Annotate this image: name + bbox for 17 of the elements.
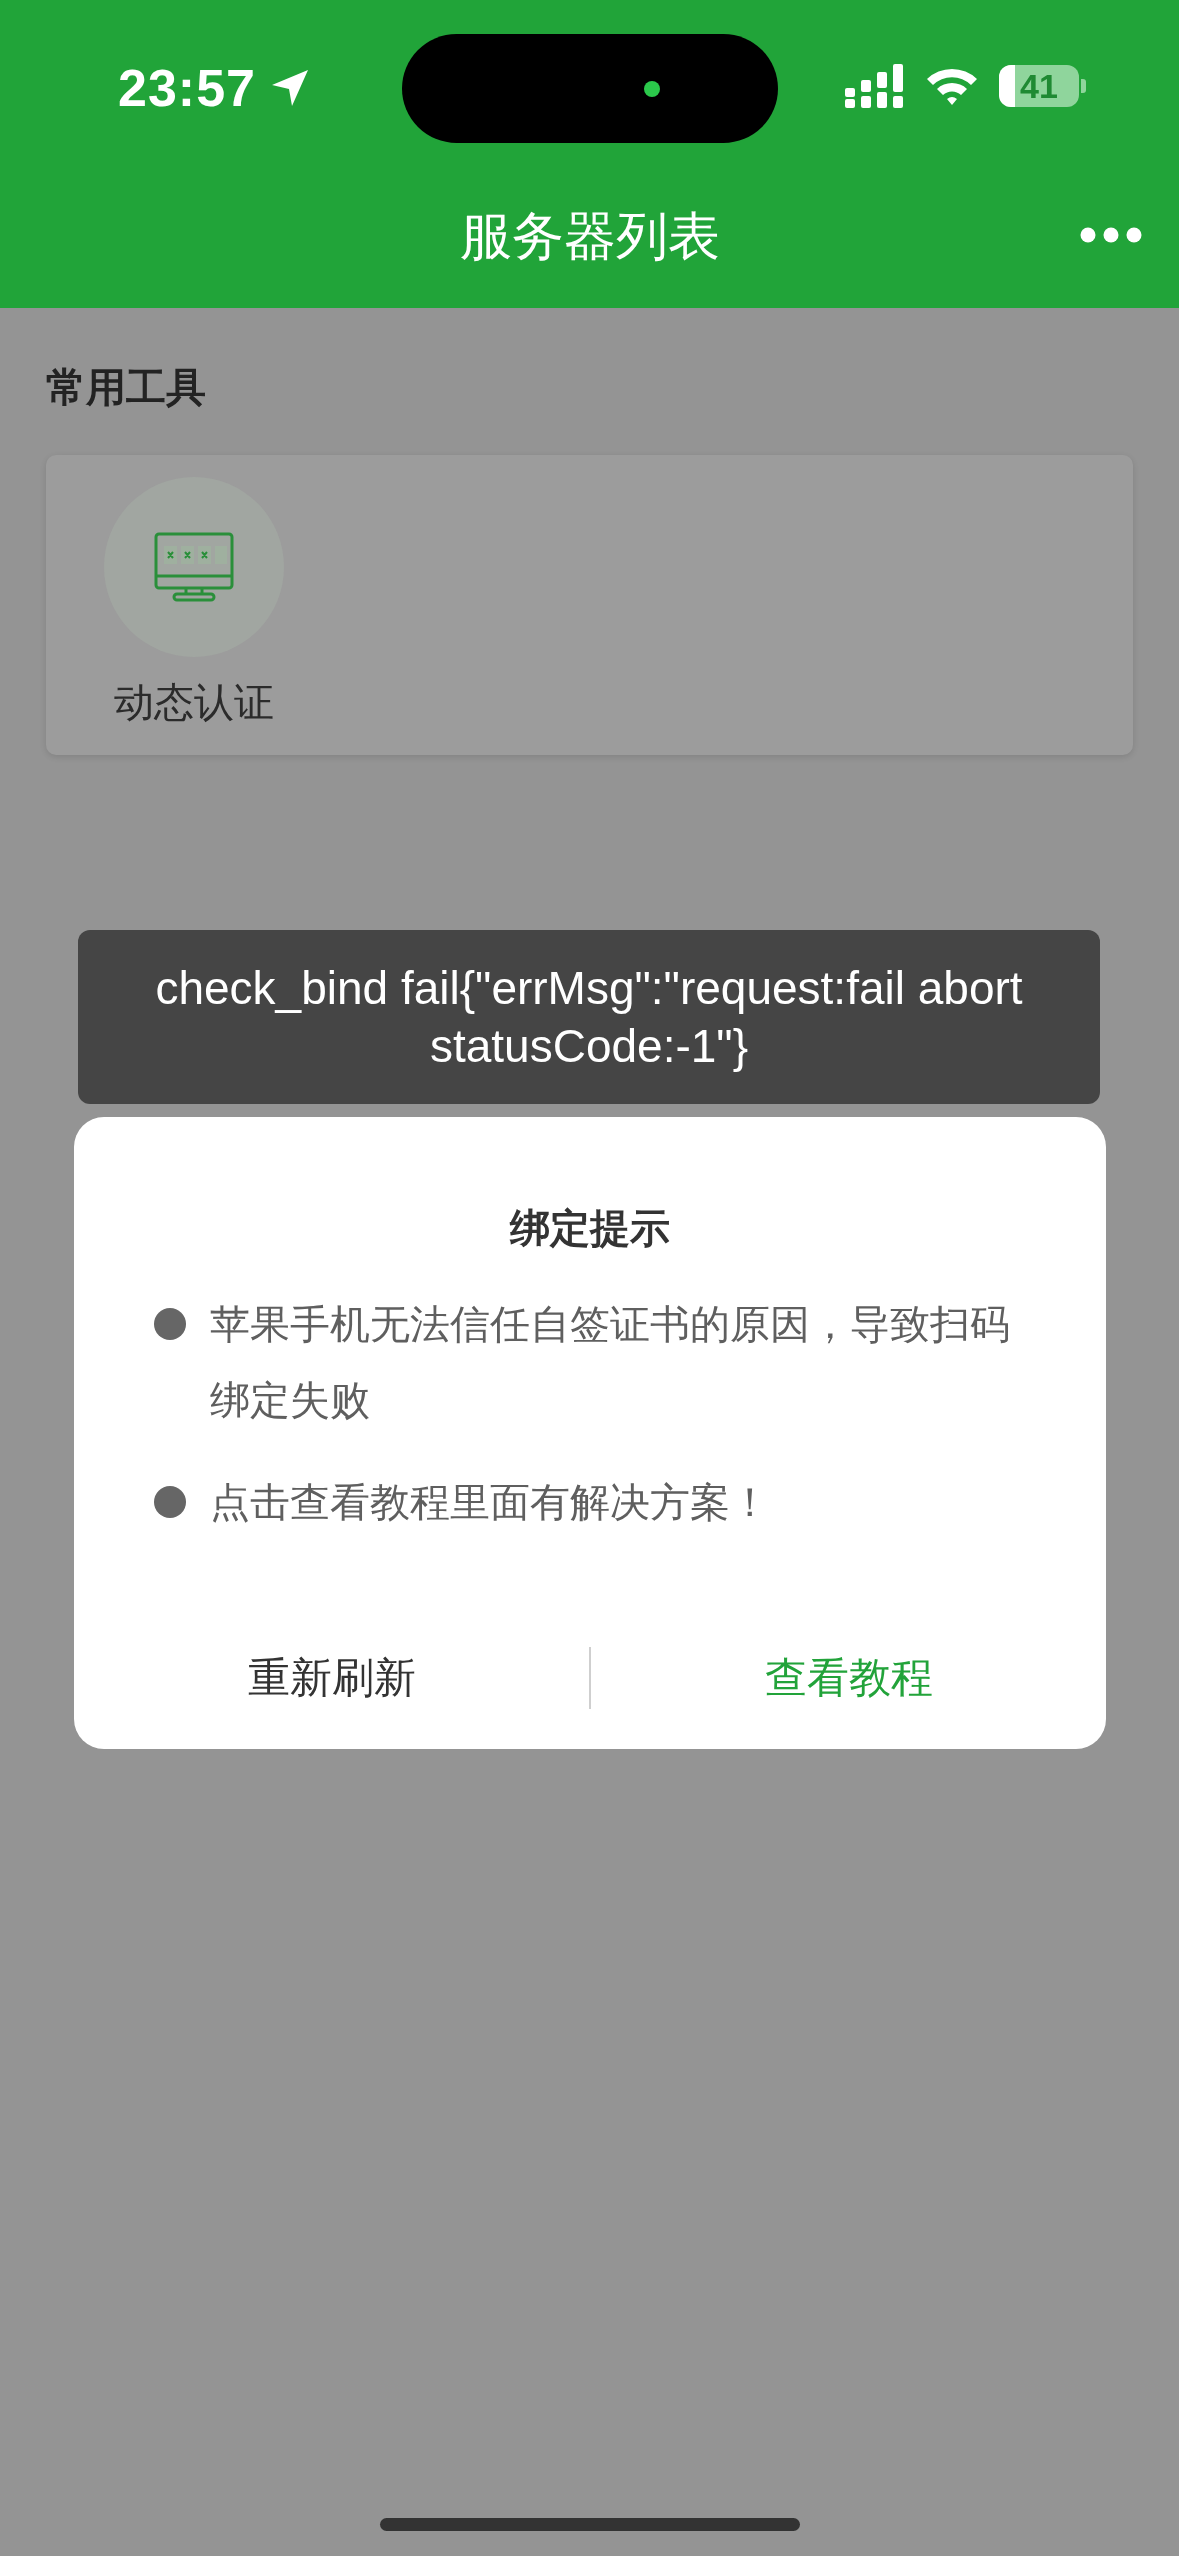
- monitor-icon: [154, 532, 234, 602]
- page-title: 服务器列表: [459, 205, 720, 267]
- clock-time: 23:57: [118, 57, 256, 118]
- bullet-icon: [154, 1486, 186, 1518]
- more-icon[interactable]: [1080, 227, 1142, 243]
- bullet-icon: [154, 1308, 186, 1340]
- refresh-button[interactable]: 重新刷新: [74, 1630, 589, 1726]
- section-title: 常用工具: [46, 364, 207, 411]
- toast-message: check_bind fail{"errMsg":"request:fail abort statusCode:-1"}: [154, 961, 1024, 1074]
- signal-icon: [845, 64, 905, 108]
- tutorial-button[interactable]: 查看教程: [591, 1630, 1106, 1726]
- tip-text: 点击查看教程里面有解决方案！: [210, 1479, 771, 1526]
- dialog-title: 绑定提示: [508, 1205, 671, 1252]
- tip-text: 苹果手机无法信任自签证书的原因，导致扫码绑定失败: [210, 1301, 1011, 1424]
- tool-label: 动态认证: [114, 679, 274, 726]
- wifi-icon: [925, 66, 979, 106]
- location-arrow-icon: [270, 67, 310, 108]
